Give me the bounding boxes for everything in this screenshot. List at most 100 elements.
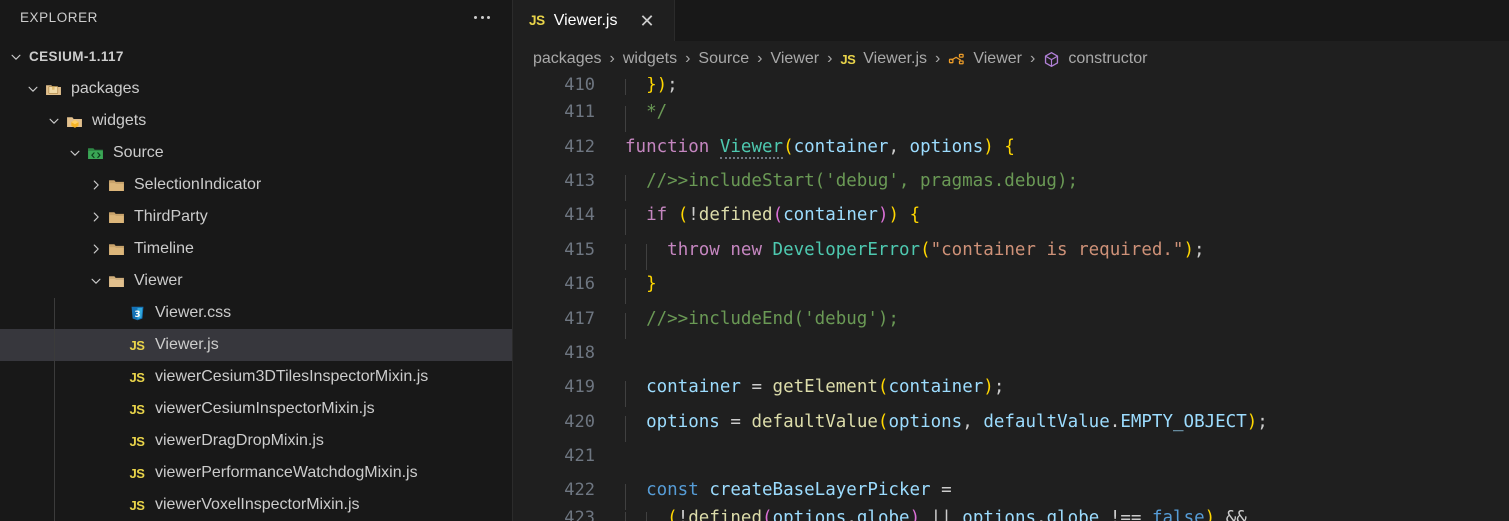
tree-item-label: CESIUM-1.117 [29,49,124,65]
breadcrumb-separator: › [609,50,615,67]
chevron-down-icon[interactable] [24,82,42,96]
code-indent-guide [625,209,626,236]
code-line-text: //>>includeEnd('debug'); [610,309,899,339]
code-line[interactable]: 411 */ [513,95,1509,133]
tree-item-label: ThirdParty [134,208,208,225]
code-line[interactable]: 419 container = getElement(container); [513,370,1509,408]
breadcrumb-label: Viewer [770,50,820,67]
tree-folder-cesium-1-117[interactable]: CESIUM-1.117 [0,41,512,73]
js-file-icon: JS [129,497,145,513]
tree-item-label: widgets [92,112,147,129]
chevron-down-icon[interactable] [45,114,63,128]
vscode-window: EXPLORER CESIUM-1.117 packages widgets S… [0,0,1509,521]
tree-file-viewercesiuminspectormixin-js[interactable]: JS viewerCesiumInspectorMixin.js [0,393,512,425]
tree-file-viewercesium3dtilesinspectormixin-js[interactable]: JS viewerCesium3DTilesInspectorMixin.js [0,361,512,393]
chevron-right-icon[interactable] [87,210,105,224]
tree-item-label: Viewer.js [155,336,219,353]
code-line[interactable]: 423 (!defined(options.globe) || options.… [513,508,1509,521]
symbol-method-icon [948,51,965,68]
tree-folder-packages[interactable]: packages [0,73,512,105]
tree-folder-thirdparty[interactable]: ThirdParty [0,201,512,233]
breadcrumb-item-viewer[interactable]: Viewer [770,50,819,68]
code-line[interactable]: 415 throw new DeveloperError("container … [513,233,1509,270]
breadcrumb-item-viewer-js[interactable]: JS Viewer.js [840,50,927,68]
tree-file-viewerdragdropmixin-js[interactable]: JS viewerDragDropMixin.js [0,425,512,457]
js-file-icon: JS [129,465,145,481]
folder-open-icon [105,273,127,290]
chevron-right-icon[interactable] [87,242,105,256]
tree-folder-widgets[interactable]: widgets [0,105,512,137]
tree-file-viewer-css[interactable]: 3 Viewer.css [0,297,512,329]
code-line[interactable]: 416 } [513,267,1509,305]
js-file-icon: JS [129,369,145,385]
tree-item-label: viewerCesiumInspectorMixin.js [155,400,375,417]
tree-folder-timeline[interactable]: Timeline [0,233,512,265]
explorer-title: EXPLORER [20,10,98,25]
folder-package-icon [42,81,64,98]
explorer-header: EXPLORER [0,0,512,35]
folder-icon [105,177,127,194]
code-indent-guide [625,79,626,95]
code-line[interactable]: 422 const createBaseLayerPicker = [513,473,1509,511]
tree-file-viewer-js[interactable]: JS Viewer.js [0,329,512,361]
breadcrumb-item-widgets[interactable]: widgets [623,50,677,68]
tree-item-label: SelectionIndicator [134,176,262,193]
breadcrumb-label: packages [533,50,602,67]
breadcrumb-item-constructor[interactable]: constructor [1043,50,1147,68]
line-number: 418 [564,342,595,363]
tree-file-viewervoxelinspectormixin-js[interactable]: JS viewerVoxelInspectorMixin.js [0,489,512,521]
svg-text:3: 3 [134,309,140,319]
chevron-down-icon[interactable] [7,50,25,64]
code-line[interactable]: 410 }); [513,77,1509,95]
tree-item-label: Timeline [134,240,194,257]
code-line[interactable]: 414 if (!defined(container)) { [513,198,1509,236]
code-line[interactable]: 420 options = defaultValue(options, defa… [513,405,1509,442]
line-number: 414 [564,205,595,226]
code-line[interactable]: 421 [513,439,1509,473]
line-number: 417 [564,308,595,329]
code-indent-guide [625,381,626,408]
ellipsis-icon[interactable] [470,10,494,25]
tab-viewer-js[interactable]: JS Viewer.js ✕ [513,0,675,41]
code-editor[interactable]: 410 }); 411 */412 function Viewer(containe… [513,77,1509,521]
code-line-text: */ [610,102,667,133]
code-line[interactable]: 413 //>>includeStart('debug', pragmas.de… [513,164,1509,201]
code-indent-guide [625,415,626,442]
breadcrumb-separator: › [827,50,833,67]
line-number: 412 [564,136,595,157]
code-indent-guide [625,174,626,201]
breadcrumb-label: Source [698,50,750,67]
tree-folder-selectionindicator[interactable]: SelectionIndicator [0,169,512,201]
explorer-sidebar: EXPLORER CESIUM-1.117 packages widgets S… [0,0,513,521]
code-line-text: options = defaultValue(options, defaultV… [610,412,1268,442]
line-number: 413 [564,170,595,191]
line-number: 411 [564,102,595,123]
code-line[interactable]: 418 [513,336,1509,370]
code-line-text: (!defined(options.globe) || options.glob… [610,508,1247,521]
tree-item-label: packages [71,80,140,97]
chevron-down-icon[interactable] [87,274,105,288]
breadcrumb-item-viewer[interactable]: Viewer [948,50,1022,68]
css-file-icon: 3 [126,305,148,322]
code-line-text: container = getElement(container); [610,377,1004,408]
symbol-constructor-icon [1043,51,1060,68]
code-line-text: function Viewer(container, options) { [625,136,1015,159]
line-number: 410 [564,77,595,95]
breadcrumb-item-source[interactable]: Source [698,50,749,68]
breadcrumb-separator: › [685,50,691,67]
chevron-right-icon[interactable] [87,178,105,192]
code-indent-guide [646,511,648,521]
js-file-icon: JS [840,51,856,67]
breadcrumb-label: Viewer.js [863,50,928,67]
tree-file-viewerperformancewatchdogmixin-js[interactable]: JS viewerPerformanceWatchdogMixin.js [0,457,512,489]
breadcrumb-item-packages[interactable]: packages [533,50,602,68]
chevron-down-icon[interactable] [66,146,84,160]
code-line-text: } [610,274,657,305]
tree-folder-viewer[interactable]: Viewer [0,265,512,297]
close-icon[interactable]: ✕ [633,10,660,32]
code-line[interactable]: 417 //>>includeEnd('debug'); [513,301,1509,339]
tree-folder-source[interactable]: Source [0,137,512,169]
code-line[interactable]: 412 function Viewer(container, options) { [513,129,1509,163]
tree-item-label: viewerCesium3DTilesInspectorMixin.js [155,368,429,385]
tab-label: Viewer.js [553,11,618,29]
